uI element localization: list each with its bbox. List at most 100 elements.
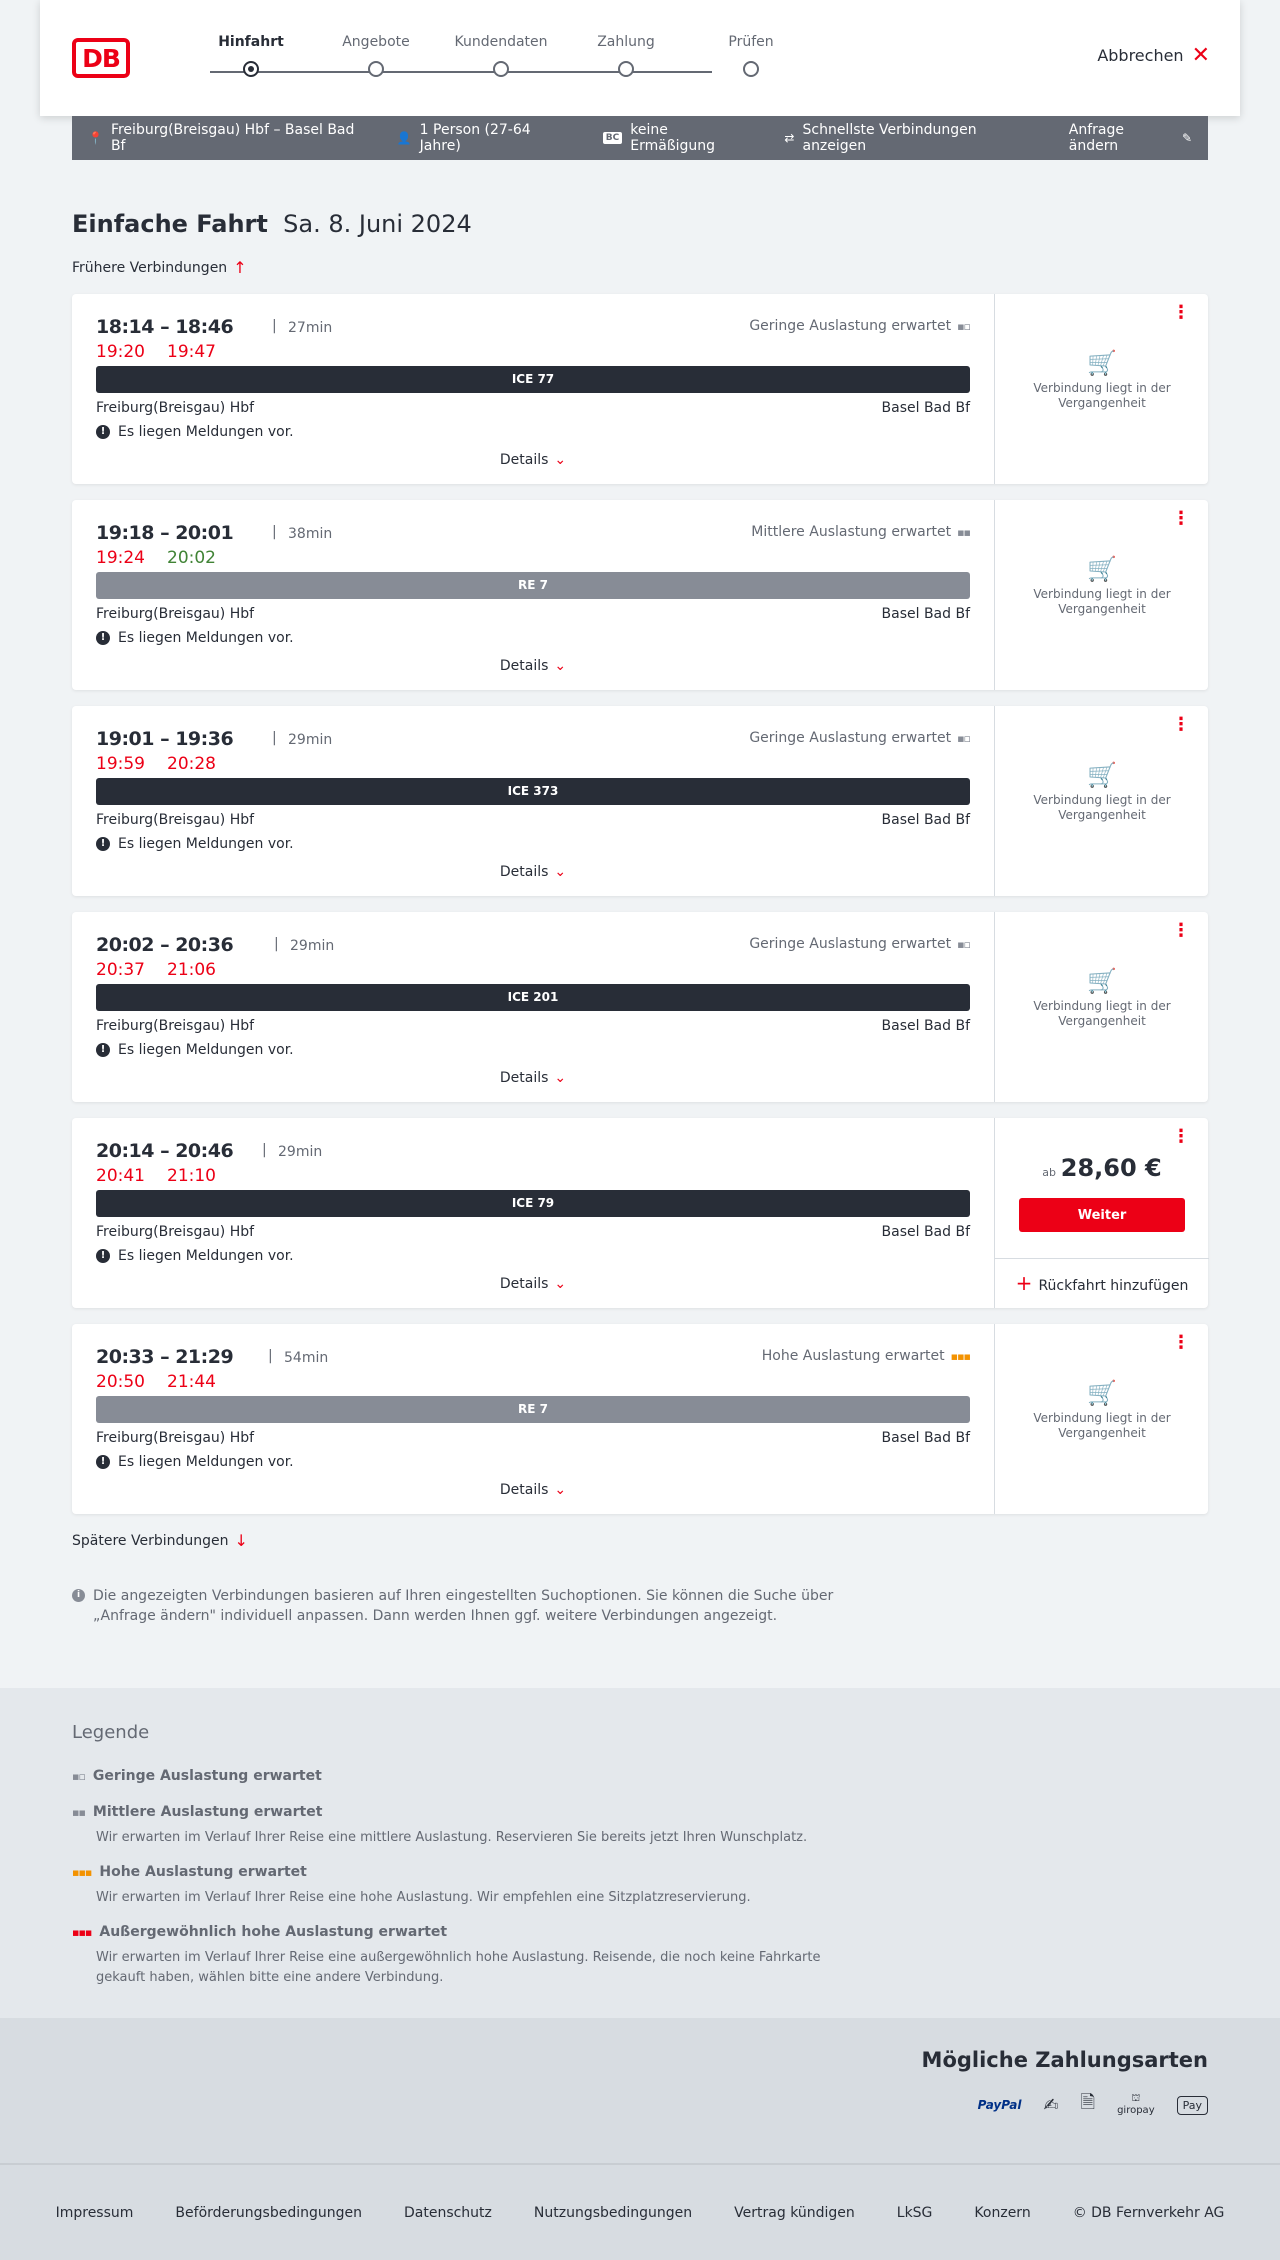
add-return-button[interactable]: + Rückfahrt hinzufügen — [995, 1258, 1209, 1308]
notice-text: Es liegen Meldungen vor. — [118, 1248, 294, 1264]
details-toggle[interactable]: Details ⌄ — [72, 658, 994, 674]
more-options-icon[interactable]: ⋮ — [1172, 1334, 1190, 1352]
offer-panel: ⋮ ab 28,60 € Weiter + Rückfahrt hinzufügen — [994, 1118, 1209, 1308]
footer-link-nutzungsbedingungen[interactable]: Nutzungsbedingungen — [534, 2205, 692, 2221]
notice: ! Es liegen Meldungen vor. — [96, 836, 294, 852]
plus-icon: + — [1015, 1271, 1033, 1295]
departure-station: Freiburg(Breisgau) Hbf — [96, 1430, 255, 1446]
search-summary-bar: 📍 Freiburg(Breisgau) Hbf – Basel Bad Bf 👤… — [72, 116, 1208, 160]
step-kundendaten[interactable]: Kundendaten — [441, 34, 561, 77]
notice-text: Es liegen Meldungen vor. — [118, 1042, 294, 1058]
details-label: Details — [499, 1070, 549, 1086]
connection-card[interactable]: 19:01 – 19:36 | 29min 19:59 20:28 Geringe Aus… — [72, 706, 1208, 896]
legend-item-desc: Wir erwarten im Verlauf Ihrer Reise eine… — [96, 1950, 821, 1985]
offer-panel: ⋮ 🛒 Verbindung liegt in der Vergangenheit — [994, 912, 1208, 1102]
connection-info: 19:18 – 20:01 | 38min 19:24 20:02 Mittlere Au… — [72, 500, 994, 690]
step-hinfahrt: Hinfahrt — [191, 34, 311, 77]
connection-card[interactable]: 20:33 – 21:29 | 54min 20:50 21:44 Hohe Auslas… — [72, 1324, 1208, 1514]
divider: | — [272, 318, 277, 334]
more-options-icon[interactable]: ⋮ — [1172, 922, 1190, 940]
discount-summary[interactable]: BC keine Ermäßigung — [602, 122, 753, 154]
footer-link-datenschutz[interactable]: Datenschutz — [404, 2205, 492, 2221]
earlier-connections-link[interactable]: Frühere Verbindungen ↑ — [72, 258, 247, 277]
fastest-toggle[interactable]: ⇄ Schnellste Verbindungen anzeigen — [784, 122, 1036, 154]
departure-station: Freiburg(Breisgau) Hbf — [96, 1018, 255, 1034]
later-connections-link[interactable]: Spätere Verbindungen ↓ — [72, 1531, 248, 1550]
step-dot — [243, 61, 259, 77]
connection-info: 20:33 – 21:29 | 54min 20:50 21:44 Hohe Auslas… — [72, 1324, 994, 1514]
notice-text: Es liegen Meldungen vor. — [118, 630, 294, 646]
more-options-icon[interactable]: ⋮ — [1172, 1128, 1190, 1146]
progress-stepper: Hinfahrt Angebote Kundendaten Zahlung Pr… — [180, 34, 774, 84]
footer-link-konzern[interactable]: Konzern — [974, 2205, 1030, 2221]
realtime-times: 20:50 21:44 — [96, 1372, 216, 1392]
change-request-label: Anfrage ändern — [1068, 122, 1125, 154]
connection-card[interactable]: 20:14 – 20:46 | 29min 20:41 21:10 ICE 79 Freib… — [72, 1118, 1209, 1308]
load-indicator: Geringe Auslastung erwartet ▪▫ — [749, 936, 971, 952]
more-options-icon[interactable]: ⋮ — [1172, 716, 1190, 734]
divider: | — [272, 730, 277, 746]
chevron-down-icon: ⌄ — [554, 864, 567, 880]
trip-date: Sa. 8. Juni 2024 — [283, 210, 472, 238]
step-label: Prüfen — [728, 34, 774, 50]
footer-link-impressum[interactable]: Impressum — [56, 2205, 134, 2221]
load-text: Geringe Auslastung erwartet — [749, 936, 952, 952]
payment-methods-section: Mögliche Zahlungsarten PayPal ✍ 🗎 ⛫ girop… — [0, 2018, 1280, 2163]
connection-card[interactable]: 19:18 – 20:01 | 38min 19:24 20:02 Mittlere Au… — [72, 500, 1208, 690]
departure-station: Freiburg(Breisgau) Hbf — [96, 400, 255, 416]
duration: 29min — [278, 1144, 323, 1160]
change-request-button[interactable]: Anfrage ändern ✎ — [1069, 122, 1192, 154]
step-zahlung[interactable]: Zahlung — [566, 34, 686, 77]
details-toggle[interactable]: Details ⌄ — [72, 452, 994, 468]
footer-link-lksg[interactable]: LkSG — [897, 2205, 933, 2221]
details-label: Details — [499, 864, 549, 880]
info-icon: i — [72, 1589, 85, 1602]
past-text: Verbindung liegt in der Vergangenheit — [1033, 381, 1171, 410]
load-mid-icon: ▪▪ — [957, 525, 971, 539]
notice-text: Es liegen Meldungen vor. — [118, 836, 294, 852]
applepay-label: Pay — [1182, 2098, 1202, 2112]
more-options-icon[interactable]: ⋮ — [1172, 304, 1190, 322]
legend-item-desc: Wir erwarten im Verlauf Ihrer Reise eine… — [96, 1890, 751, 1905]
chevron-down-icon: ⌄ — [554, 1070, 567, 1086]
load-text: Hohe Auslastung erwartet — [761, 1348, 945, 1364]
route-summary[interactable]: 📍 Freiburg(Breisgau) Hbf – Basel Bad Bf — [88, 122, 365, 154]
details-toggle[interactable]: Details ⌄ — [72, 1070, 994, 1086]
passenger-summary[interactable]: 👤 1 Person (27-64 Jahre) — [397, 122, 571, 154]
chevron-down-icon: ⌄ — [554, 1482, 567, 1498]
footer-link-befoerderungsbedingungen[interactable]: Beförderungsbedingungen — [175, 2205, 362, 2221]
realtime-arrival: 20:28 — [167, 754, 216, 774]
connection-card[interactable]: 18:14 – 18:46 | 27min 19:20 19:47 Geringe Aus… — [72, 294, 1208, 484]
cart-unavailable-icon: 🛒 — [1087, 1379, 1117, 1407]
cart-unavailable-icon: 🛒 — [1087, 555, 1117, 583]
connection-info: 20:02 – 20:36 | 29min 20:37 21:06 Geringe Aus… — [72, 912, 994, 1102]
legend-section: Legende ▪▫ Geringe Auslastung erwartet ▪▪… — [0, 1688, 1280, 2018]
realtime-departure: 20:37 — [96, 960, 145, 980]
db-logo[interactable]: DB — [72, 38, 130, 78]
divider: | — [272, 524, 277, 540]
details-toggle[interactable]: Details ⌄ — [72, 1482, 994, 1498]
footer-link-vertrag-kuendigen[interactable]: Vertrag kündigen — [734, 2205, 855, 2221]
more-options-icon[interactable]: ⋮ — [1172, 510, 1190, 528]
cancel-button[interactable]: Abbrechen ✕ — [1097, 44, 1210, 66]
step-angebote[interactable]: Angebote — [316, 34, 436, 77]
giropay-icon: ⛫ giropay — [1117, 2093, 1155, 2116]
step-dot — [618, 61, 634, 77]
person-icon: 👤 — [396, 131, 412, 145]
add-return-label: Rückfahrt hinzufügen — [1038, 1278, 1189, 1294]
step-label: Kundendaten — [454, 34, 548, 50]
connection-card[interactable]: 20:02 – 20:36 | 29min 20:37 21:06 Geringe Aus… — [72, 912, 1208, 1102]
continue-button[interactable]: Weiter — [1019, 1198, 1185, 1232]
realtime-arrival: 20:02 — [167, 548, 216, 568]
past-text: Verbindung liegt in der Vergangenheit — [1033, 1411, 1171, 1440]
scheduled-times: 20:14 – 20:46 — [96, 1140, 234, 1162]
details-toggle[interactable]: Details ⌄ — [72, 1276, 994, 1292]
offer-panel: ⋮ 🛒 Verbindung liegt in der Vergangenheit — [994, 500, 1208, 690]
offer-panel: ⋮ 🛒 Verbindung liegt in der Vergangenheit — [994, 1324, 1208, 1514]
details-toggle[interactable]: Details ⌄ — [72, 864, 994, 880]
duration: 54min — [284, 1350, 329, 1366]
scheduled-times: 20:02 – 20:36 — [96, 934, 234, 956]
cart-unavailable-icon: 🛒 — [1087, 349, 1117, 377]
step-pruefen[interactable]: Prüfen — [691, 34, 811, 77]
info-text: Die angezeigten Verbindungen basieren au… — [93, 1588, 834, 1624]
